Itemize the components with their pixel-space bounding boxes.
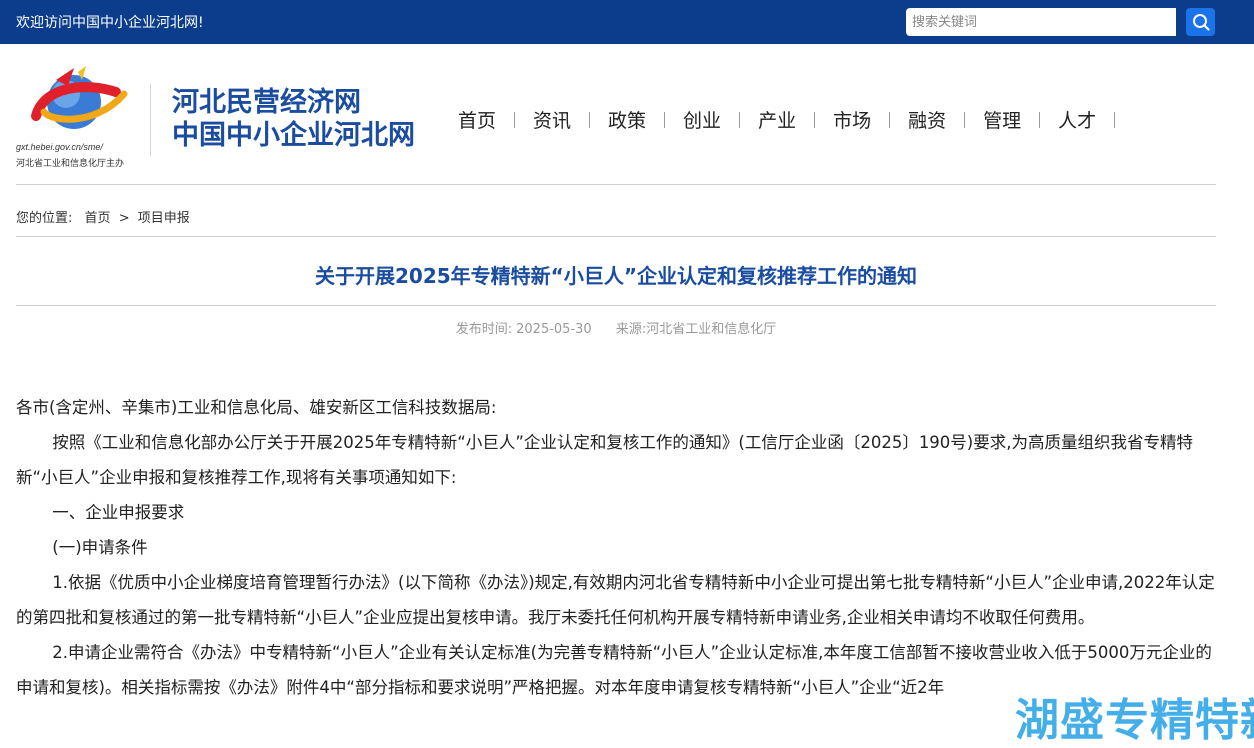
article-meta: 发布时间: 2025-05-30 来源:河北省工业和信息化厅 [0,318,1232,337]
search-button[interactable] [1186,8,1215,36]
nav-item-talent[interactable]: 人才 [1040,106,1114,133]
section-heading: 一、企业申报要求 [52,503,185,522]
site-header: gxt.hebei.gov.cn/sme/ 河北省工业和信息化厅主办 河北民营经… [0,44,1254,184]
nav-item-management[interactable]: 管理 [965,106,1039,133]
breadcrumb-label: 您的位置: [16,211,73,226]
title-rule [16,305,1216,306]
nav-item-finance[interactable]: 融资 [890,106,964,133]
globe-logo-icon [31,66,128,129]
source-info: 来源:河北省工业和信息化厅 [616,322,776,337]
source-name: 河北省工业和信息化厅 [646,322,777,337]
publish-info: 发布时间: 2025-05-30 [456,322,592,337]
publish-label: 发布时间: [455,322,513,337]
nav-item-industry[interactable]: 产业 [740,106,814,133]
search-box [906,8,1215,36]
article-body: 各市(含定州、辛集市)工业和信息化局、雄安新区工信科技数据局: 按照《工业和信息… [16,390,1221,705]
header-rule [16,184,1216,185]
logo-sponsor: 河北省工业和信息化厅主办 [16,159,125,169]
site-brand[interactable]: 河北民营经济网 中国中小企业河北网 [172,86,415,152]
publish-date: 2025-05-30 [516,322,592,337]
nav-item-policy[interactable]: 政策 [590,106,664,133]
welcome-text: 欢迎访问中国中小企业河北网! [16,15,204,31]
breadcrumb-rule [16,236,1216,237]
top-bar: 欢迎访问中国中小企业河北网! [0,0,1254,44]
article-paragraph: 各市(含定州、辛集市)工业和信息化局、雄安新区工信科技数据局: [16,398,497,417]
breadcrumb: 您的位置: 首页 > 项目申报 [16,207,198,226]
watermark: 湖盛专精特新 [1015,695,1254,746]
search-input[interactable] [906,8,1176,36]
article-paragraph: 1.依据《优质中小企业梯度培育管理暂行办法》(以下简称《办法》)规定,有效期内河… [16,573,1215,627]
nav-item-market[interactable]: 市场 [815,106,889,133]
breadcrumb-separator: > [118,211,130,226]
breadcrumb-current[interactable]: 项目申报 [138,211,190,226]
brand-line-1: 河北民营经济网 [172,87,361,118]
article-title: 关于开展2025年专精特新“小巨人”企业认定和复核推荐工作的通知 [315,264,917,288]
source-label: 来源: [615,322,647,337]
header-divider [150,84,151,156]
nav-separator [1114,111,1116,128]
breadcrumb-home[interactable]: 首页 [85,211,111,226]
article-paragraph: 按照《工业和信息化部办公厅关于开展2025年专精特新“小巨人”企业认定和复核工作… [16,433,1193,487]
nav-item-news[interactable]: 资讯 [515,106,589,133]
logo-url: gxt.hebei.gov.cn/sme/ [16,142,103,152]
brand-line-2: 中国中小企业河北网 [172,120,415,151]
nav-item-home[interactable]: 首页 [440,106,514,133]
search-icon [1192,14,1210,31]
main-nav: 首页 资讯 政策 创业 产业 市场 融资 管理 人才 [440,106,1116,133]
site-logo[interactable]: gxt.hebei.gov.cn/sme/ 河北省工业和信息化厅主办 [16,64,134,174]
nav-item-startup[interactable]: 创业 [665,106,739,133]
subsection-heading: (一)申请条件 [52,538,148,557]
